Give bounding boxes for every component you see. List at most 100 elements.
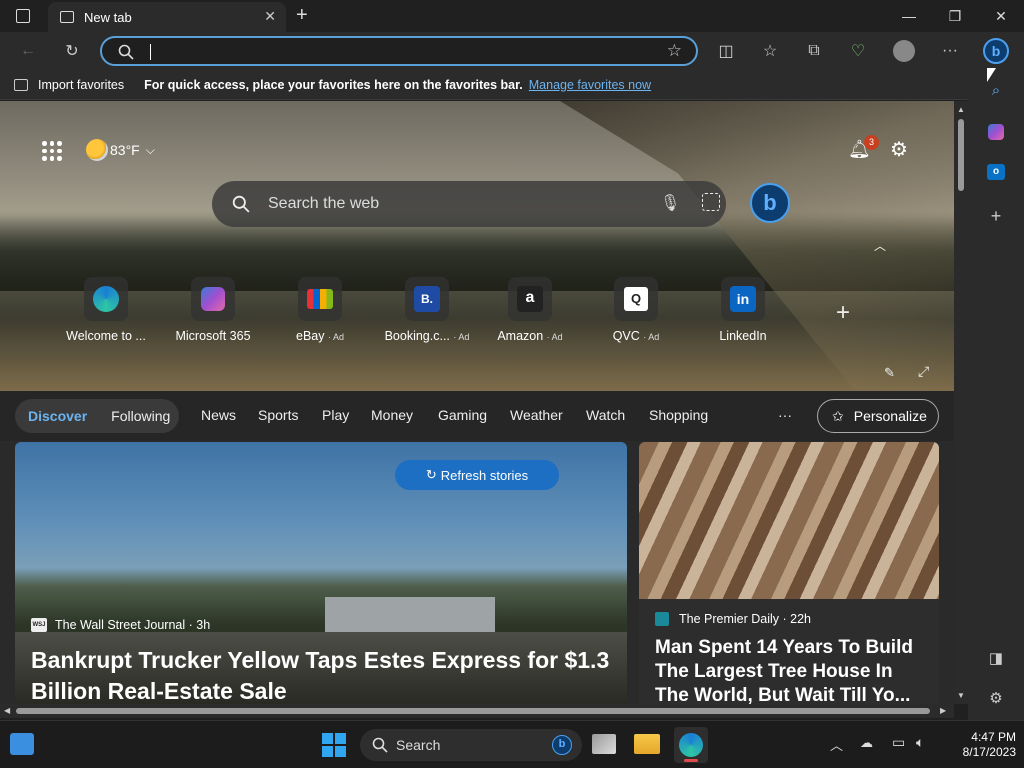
collections-icon[interactable]: ⧉ [800,38,828,64]
refresh-stories-button[interactable]: ↻ Refresh stories [395,460,559,490]
refresh-stories-label: Refresh stories [440,467,529,483]
hide-sidebar-icon[interactable]: ◨ [984,646,1008,670]
taskbar-search-box[interactable]: Search b [360,729,582,761]
ebay-icon [298,277,342,321]
card-headline[interactable]: Bankrupt Trucker Yellow Taps Estes Expre… [31,645,611,704]
back-arrow-icon[interactable]: ← [14,38,42,64]
scroll-left-arrow-icon[interactable]: ◀ [4,706,10,715]
scrollbar-thumb[interactable] [958,119,964,191]
horizontal-scrollbar[interactable]: ◀ ▶ [0,704,954,718]
favorite-star-icon[interactable]: ☆ [667,41,682,61]
expand-icon[interactable]: ⤢ [918,363,929,380]
favorites-icon[interactable]: ☆ [756,38,784,64]
page-settings-gear-icon[interactable]: ⚙ [890,137,908,162]
tab-actions-icon[interactable] [16,9,30,23]
tab-new-tab[interactable]: New tab ✕ [48,2,286,32]
web-search-input[interactable]: Search the web [268,195,379,213]
sidebar-settings-gear-icon[interactable]: ⚙ [984,686,1008,710]
refresh-icon[interactable]: ↻ [58,38,86,64]
quick-link-booking[interactable]: B. Booking.c... · Ad [372,277,482,343]
nav-link-news[interactable]: News [201,407,236,423]
edit-background-icon[interactable]: ✎ [884,365,895,381]
vertical-scrollbar[interactable]: ▲ ▼ [954,101,968,704]
new-tab-page: 83°F ⌵ 🔔︎ 3 ⚙ Search the web 🎙︎ b ︿ Welc… [0,101,968,704]
manage-favorites-link[interactable]: Manage favorites now [529,78,651,92]
feed-navigation: Discover Following News Sports Play Mone… [0,391,954,441]
nav-link-money[interactable]: Money [371,407,413,423]
nav-link-play[interactable]: Play [322,407,349,423]
quick-link-amazon[interactable]: a Amazon · Ad [475,277,585,343]
microphone-icon[interactable]: 🎙︎ [660,193,680,213]
personalize-button[interactable]: ✩ Personalize [817,399,939,433]
favorites-bar: Import favorites For quick access, place… [0,70,1024,100]
profile-avatar[interactable] [890,38,918,64]
file-explorer-icon[interactable] [634,734,660,754]
quick-link-label: Welcome to ... [66,329,146,343]
more-menu-icon[interactable]: ··· [936,38,964,64]
start-windows-icon[interactable] [322,733,346,757]
scroll-right-arrow-icon[interactable]: ▶ [940,706,946,715]
sidebar-add-icon[interactable]: + [984,204,1008,228]
nav-link-weather[interactable]: Weather [510,407,563,423]
tab-following[interactable]: Following [111,408,170,424]
wsj-logo-icon: WSJ [31,618,47,632]
volume-icon[interactable]: 🔈︎ [916,734,924,751]
sidebar-copilot-icon[interactable] [984,120,1008,144]
close-tab-icon[interactable]: ✕ [264,8,276,25]
quick-link-qvc[interactable]: Q QVC · Ad [581,277,691,343]
address-caret [150,44,151,60]
quick-link-ebay[interactable]: eBay · Ad [265,277,375,343]
card-source-label: The Premier Daily · 22h [679,612,811,626]
task-view-icon[interactable] [592,734,616,754]
scroll-up-arrow-icon[interactable]: ▲ [957,105,965,114]
sidebar-outlook-icon[interactable]: o [984,160,1008,184]
nav-link-shopping[interactable]: Shopping [649,407,708,423]
edge-sidebar: ⌕ o + ◨ ⚙ [968,70,1024,720]
clock[interactable]: 4:47 PM 8/17/2023 [946,730,1016,760]
address-bar[interactable]: ☆ [100,36,698,66]
nav-link-gaming[interactable]: Gaming [438,407,487,423]
import-favorites-button[interactable]: Import favorites [14,78,124,92]
onedrive-icon[interactable]: ☁ [860,735,873,751]
news-card-secondary[interactable]: The Premier Daily · 22h Man Spent 14 Yea… [639,442,939,704]
browser-essentials-icon[interactable]: ♡ [844,38,872,64]
card-headline[interactable]: Man Spent 14 Years To Build The Largest … [655,636,925,704]
show-hidden-icons-chevron[interactable]: ︿ [830,735,843,754]
split-screen-icon[interactable]: ◫ [712,38,740,64]
scroll-down-arrow-icon[interactable]: ▼ [957,691,965,700]
booking-icon: B. [405,277,449,321]
import-favorites-label: Import favorites [38,77,125,92]
apps-launcher-icon[interactable] [42,141,62,161]
quick-link-linkedin[interactable]: in LinkedIn [688,277,798,343]
weather-widget[interactable]: 83°F ⌵ [86,139,155,161]
quick-link-welcome[interactable]: Welcome to ... [51,277,161,343]
more-nav-icon[interactable]: ··· [778,407,792,423]
tab-discover[interactable]: Discover [28,408,87,424]
restore-icon[interactable]: ❐ [932,0,978,32]
card-image-wood-logs [639,442,939,599]
discover-following-toggle: Discover Following [15,399,179,433]
widgets-icon[interactable] [10,733,34,755]
web-search-box[interactable]: Search the web 🎙︎ [212,181,726,227]
notifications-bell-icon[interactable]: 🔔︎ 3 [848,135,879,160]
copilot-icon[interactable]: b [982,38,1010,64]
card-source-label: The Wall Street Journal · 3h [55,618,211,632]
minimize-icon[interactable]: — [886,0,932,32]
collapse-chevron-up-icon[interactable]: ︿ [874,237,886,254]
search-icon [118,44,134,60]
close-window-icon[interactable]: ✕ [978,0,1024,32]
sparkle-icon: ✩ [832,407,844,424]
horizontal-scrollbar-thumb[interactable] [16,708,930,714]
network-icon[interactable]: ▭ [892,734,905,751]
visual-search-icon[interactable] [702,193,720,211]
new-tab-plus-icon[interactable]: + [296,4,308,27]
add-quick-link-plus-icon[interactable]: + [836,299,850,327]
nav-link-sports[interactable]: Sports [258,407,298,423]
news-card-main[interactable]: ↻ Refresh stories WSJ The Wall Street Jo… [15,442,627,704]
nav-link-watch[interactable]: Watch [586,407,625,423]
title-bar: New tab ✕ + — ❐ ✕ [0,0,1024,32]
quick-link-microsoft-365[interactable]: Microsoft 365 [158,277,268,343]
mouse-cursor-icon [987,68,996,82]
bing-chat-icon[interactable]: b [750,183,790,223]
edge-taskbar-icon[interactable] [674,727,708,763]
